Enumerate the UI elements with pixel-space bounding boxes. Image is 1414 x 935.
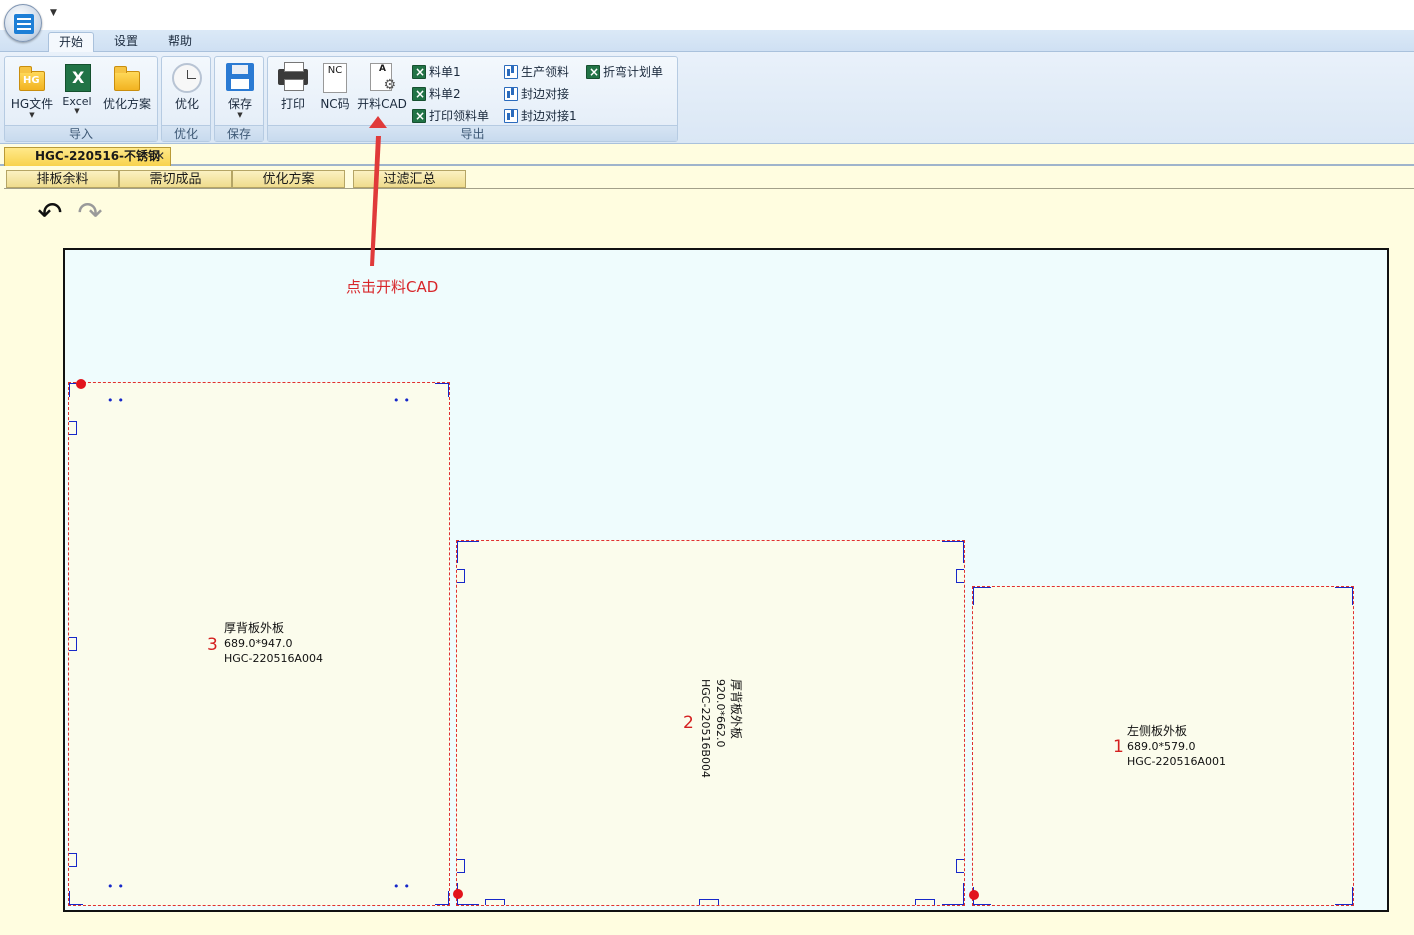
- gear-icon: ⚙: [383, 77, 396, 93]
- group-optimize: 优化 优化: [161, 56, 211, 142]
- part-size: 920.0*662.0: [714, 679, 727, 748]
- printer-icon: [278, 62, 308, 93]
- bar-chart-icon: [504, 109, 518, 123]
- group-export: 打印 NC NC码 A⚙ 开料CAD 料单1 料单2 打印领料单 生产领料 封边…: [267, 56, 678, 142]
- hg-file-button[interactable]: HG HG文件 ▼: [7, 59, 57, 123]
- hg-file-label: HG文件: [10, 97, 54, 111]
- close-icon[interactable]: ✕: [155, 148, 165, 165]
- bend-plan-button[interactable]: 折弯计划单: [586, 62, 663, 82]
- save-label: 保存: [227, 97, 252, 111]
- edge-banding-join-button[interactable]: 封边对接: [504, 84, 569, 104]
- part-number: 1: [1113, 737, 1124, 757]
- cad-file-icon: A ⚙: [367, 63, 397, 93]
- hg-file-dropdown-icon: ▼: [29, 111, 35, 119]
- excel-icon: [412, 84, 426, 104]
- save-button[interactable]: 保存 ▼: [220, 59, 260, 123]
- clock-icon: [172, 63, 202, 93]
- origin-marker: [453, 889, 463, 899]
- print-label: 打印: [280, 97, 305, 111]
- nc-file-icon: NC: [320, 63, 350, 93]
- part-info: 厚背板外板 689.0*947.0 HGC-220516A004: [224, 621, 323, 666]
- document-tab-title: HGC-220516-不锈钢: [35, 149, 161, 163]
- print-pick-list-button[interactable]: 打印领料单: [412, 106, 489, 126]
- sub-tab-bar: 排板余料 需切成品 优化方案 过滤汇总: [4, 169, 1414, 189]
- optimization-plan-import-button[interactable]: 优化方案: [98, 59, 156, 123]
- undo-icon[interactable]: ↶: [34, 198, 66, 230]
- part-info: 左侧板外板 689.0*579.0 HGC-220516A001: [1127, 724, 1226, 769]
- part-code: HGC-220516A001: [1127, 755, 1226, 768]
- part-3[interactable]: •• •• •• •• 3 厚背板外板 689.0*947.0 HGC-2205…: [68, 379, 450, 906]
- tab-help[interactable]: 帮助: [158, 32, 202, 53]
- part-code: HGC-220516B004: [699, 679, 712, 778]
- optimization-plan-label: 优化方案: [102, 97, 151, 111]
- subtab-filter-summary[interactable]: 过滤汇总: [353, 170, 466, 188]
- subtab-parts-to-cut[interactable]: 需切成品: [119, 170, 232, 188]
- cut-cad-button[interactable]: A ⚙ 开料CAD: [356, 59, 408, 123]
- excel-icon: [412, 106, 426, 126]
- print-button[interactable]: 打印: [273, 59, 313, 123]
- excel-icon: X: [62, 63, 92, 93]
- nc-code-button[interactable]: NC NC码: [316, 59, 354, 123]
- group-import-label: 导入: [5, 125, 157, 141]
- excel-import-button[interactable]: X Excel ▼: [57, 59, 97, 123]
- subtab-optimization-plan[interactable]: 优化方案: [232, 170, 345, 188]
- group-save-label: 保存: [215, 125, 263, 141]
- part-code: HGC-220516A004: [224, 652, 323, 665]
- application-menu-button[interactable]: [4, 4, 42, 42]
- part-name: 厚背板外板: [729, 679, 743, 740]
- excel-icon: [586, 62, 600, 82]
- tab-settings[interactable]: 设置: [104, 32, 148, 53]
- part-name: 厚背板外板: [224, 621, 285, 635]
- group-save: 保存 ▼ 保存: [214, 56, 264, 142]
- subtab-layout-remnant[interactable]: 排板余料: [6, 170, 119, 188]
- tab-start[interactable]: 开始: [48, 32, 95, 53]
- bar-chart-icon: [504, 87, 518, 101]
- bar-chart-icon: [504, 65, 518, 79]
- part-1[interactable]: 1 左侧板外板 689.0*579.0 HGC-220516A001: [969, 586, 1354, 906]
- excel-icon: [412, 62, 426, 82]
- ribbon-tab-bar: 开始 设置 帮助: [0, 30, 1414, 53]
- edge-banding-join-1-button[interactable]: 封边对接1: [504, 106, 577, 126]
- optimize-button[interactable]: 优化: [167, 59, 207, 123]
- title-bar: ▼: [0, 0, 1414, 42]
- save-dropdown-icon: ▼: [237, 111, 243, 119]
- document-tab[interactable]: HGC-220516-不锈钢 ✕: [4, 147, 171, 166]
- nc-code-label: NC码: [320, 97, 350, 111]
- hg-folder-icon: HG: [17, 63, 47, 93]
- part-size: 689.0*579.0: [1127, 740, 1196, 753]
- part-size: 689.0*947.0: [224, 637, 293, 650]
- origin-marker: [969, 890, 979, 900]
- ribbon-panel: HG HG文件 ▼ X Excel ▼ 优化方案 导入 优化 优化 保存 ▼ 保…: [0, 52, 1414, 144]
- part-info: 厚背板外板 920.0*662.0 HGC-220516B004: [698, 679, 743, 778]
- part-2[interactable]: 2 厚背板外板 920.0*662.0 HGC-220516B004: [453, 540, 965, 906]
- annotation-text: 点击开料CAD: [346, 278, 439, 296]
- plan-folder-icon: [112, 63, 142, 93]
- document-tab-bar: HGC-220516-不锈钢 ✕: [0, 144, 1414, 166]
- group-export-label: 导出: [268, 125, 677, 141]
- production-pick-button[interactable]: 生产领料: [504, 62, 569, 82]
- material-list-1-button[interactable]: 料单1: [412, 62, 461, 82]
- optimize-label: 优化: [174, 97, 199, 111]
- group-import: HG HG文件 ▼ X Excel ▼ 优化方案 导入: [4, 56, 158, 142]
- app-logo-icon: [14, 14, 34, 34]
- origin-marker: [76, 379, 86, 389]
- material-list-2-button[interactable]: 料单2: [412, 84, 461, 104]
- nesting-sheet: •• •• •• •• 3 厚背板外板 689.0*947.0 HGC-2205…: [63, 248, 1389, 912]
- part-number: 2: [683, 713, 694, 733]
- group-optimize-label: 优化: [162, 125, 210, 141]
- part-name: 左侧板外板: [1127, 724, 1188, 738]
- floppy-disk-icon: [225, 63, 255, 93]
- part-number: 3: [207, 635, 218, 655]
- quick-access-dropdown-icon[interactable]: ▼: [50, 8, 57, 18]
- excel-dropdown-icon: ▼: [74, 107, 80, 115]
- redo-icon[interactable]: ↷: [74, 198, 106, 230]
- cut-cad-label: 开料CAD: [357, 97, 407, 111]
